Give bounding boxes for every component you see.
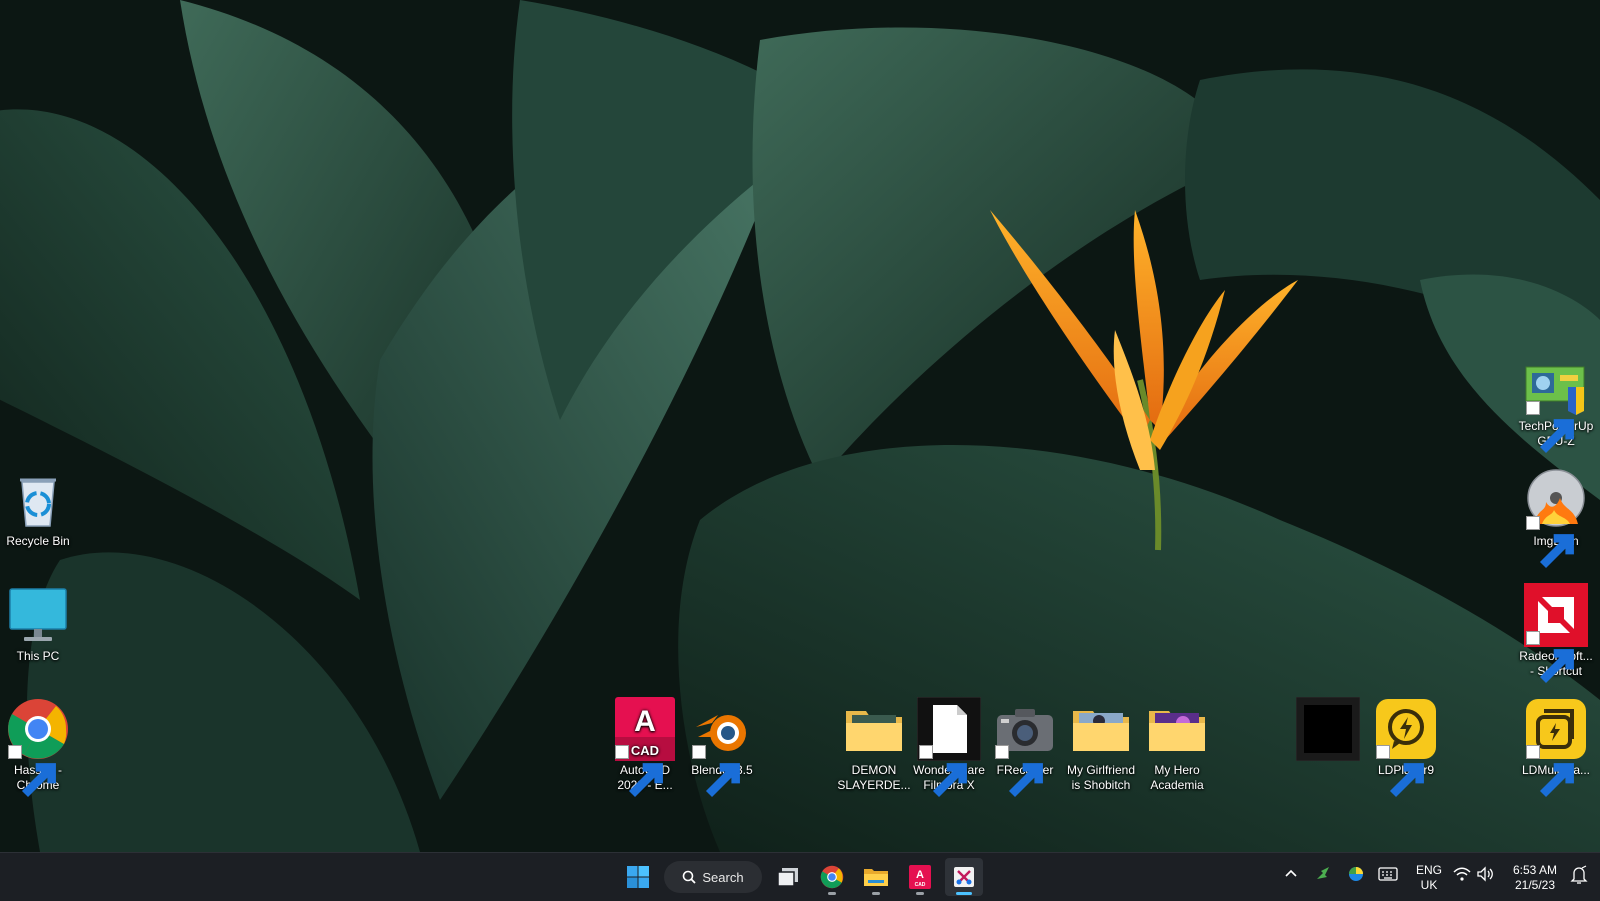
taskbar-clock[interactable]: 6:53 AM 21/5/23: [1503, 863, 1567, 893]
show-hidden-icons-button[interactable]: [1284, 867, 1298, 881]
desktop-icon-unnamed[interactable]: [1290, 697, 1366, 777]
volume-button[interactable]: [1476, 866, 1494, 885]
start-button[interactable]: [619, 858, 657, 896]
chrome-icon: [6, 697, 70, 798]
security-shield-icon: [1349, 867, 1363, 881]
ldmultiplayer-icon: [1524, 697, 1588, 798]
desktop-icon-label: My Hero Academia: [1150, 763, 1204, 792]
desktop-icon-recycle-bin[interactable]: Recycle Bin: [0, 468, 76, 549]
windows-start-icon: [627, 866, 649, 888]
folder-icon: [842, 697, 906, 761]
input-language-indicator[interactable]: ENG UK: [1412, 863, 1446, 893]
file-icon: [917, 697, 981, 798]
shortcut-arrow-icon: [1526, 516, 1574, 569]
shortcut-arrow-icon: [919, 745, 967, 798]
desktop-icon-label: This PC: [16, 649, 60, 663]
desktop-icon-gpu-z[interactable]: TechPowerUp GPU-Z: [1518, 353, 1594, 454]
camera-icon: [993, 697, 1057, 798]
desktop-icon-autocad[interactable]: A CAD AutoCAD 2023 - E...: [607, 697, 683, 798]
task-view-button[interactable]: [769, 858, 807, 896]
desktop-icon-demon-slayer-folder[interactable]: DEMON SLAYERDE...: [836, 697, 912, 793]
gpu-card-icon: [1524, 353, 1588, 454]
folder-icon: [1069, 697, 1133, 761]
notification-bell-icon: [1570, 865, 1588, 884]
network-status-button[interactable]: [1453, 867, 1471, 884]
taskbar-chrome-button[interactable]: [813, 858, 851, 896]
taskbar-file-explorer-button[interactable]: [857, 858, 895, 896]
wifi-icon: [1453, 867, 1471, 881]
svg-text:A: A: [634, 705, 656, 738]
desktop-icon-label: Recycle Bin: [6, 534, 70, 548]
shortcut-arrow-icon: [692, 745, 740, 798]
chevron-up-icon: [1285, 869, 1297, 877]
amd-radeon-icon: [1524, 583, 1588, 684]
blank-icon: [1296, 697, 1360, 761]
ldplayer-icon: [1374, 697, 1438, 798]
desktop-icon-frecorder[interactable]: FRecorder: [987, 697, 1063, 798]
shortcut-arrow-icon: [1376, 745, 1424, 798]
shortcut-arrow-icon: [995, 745, 1043, 798]
svg-text:A: A: [916, 869, 924, 881]
autocad-icon: ACAD: [613, 697, 677, 798]
language-code: ENG: [1415, 863, 1442, 877]
chrome-icon: [820, 865, 844, 889]
speaker-icon: [1477, 866, 1493, 882]
region-code: UK: [1420, 878, 1438, 892]
shortcut-arrow-icon: [1526, 745, 1574, 798]
desktop-icon-blender[interactable]: Blender 3.5: [684, 697, 760, 798]
tray-app-icon-green[interactable]: [1315, 865, 1333, 886]
desktop-icon-imgburn[interactable]: ImgBurn: [1518, 468, 1594, 569]
blender-icon: [690, 697, 754, 798]
folder-icon: [1145, 697, 1209, 761]
shortcut-arrow-icon: [1526, 401, 1574, 454]
taskbar-snipping-tool-button[interactable]: [945, 858, 983, 896]
clock-date: 21/5/23: [1514, 878, 1556, 892]
keyboard-icon: [1378, 867, 1398, 881]
desktop-icon-filmora[interactable]: Wondershare Filmora X: [911, 697, 987, 798]
folder-icon: [864, 869, 888, 886]
tray-app-icon-security[interactable]: [1347, 865, 1365, 886]
desktop-icon-ldmultiplayer[interactable]: LDMultiPla...: [1518, 697, 1594, 798]
desktop-icon-this-pc[interactable]: This PC: [0, 583, 76, 664]
recycle-bin-icon: [6, 468, 70, 532]
search-label: Search: [702, 869, 744, 885]
network-activity-icon: [1317, 867, 1329, 879]
shortcut-arrow-icon: [615, 745, 663, 798]
taskbar-autocad-button[interactable]: A CAD: [901, 858, 939, 896]
desktop-icon-my-girlfriend-folder[interactable]: My Girlfriend is Shobitch: [1063, 697, 1139, 793]
running-indicator: [916, 892, 924, 895]
desktop-icon-radeon-software[interactable]: RadeonSoft... - Shortcut: [1518, 583, 1594, 684]
running-indicator: [828, 892, 836, 895]
desktop-icon-ldplayer9[interactable]: LDPlayer9: [1368, 697, 1444, 798]
shortcut-arrow-icon: [8, 745, 56, 798]
snipping-tool-icon: [954, 867, 974, 887]
desktop-icon-chrome[interactable]: Hassan - Chrome: [0, 697, 76, 798]
search-icon: [683, 870, 697, 884]
running-indicator: [872, 892, 880, 895]
active-indicator: [956, 892, 972, 895]
svg-text:CAD: CAD: [915, 882, 926, 888]
autocad-icon: ACAD: [909, 865, 931, 889]
taskbar-search-button[interactable]: Search: [664, 861, 762, 893]
desktop-icon-my-hero-academia-folder[interactable]: My Hero Academia: [1139, 697, 1215, 793]
touch-keyboard-button[interactable]: [1378, 867, 1398, 884]
monitor-icon: [6, 583, 70, 647]
shortcut-arrow-icon: [1526, 631, 1574, 684]
desktop-icon-label: My Girlfriend is Shobitch: [1066, 763, 1135, 792]
task-view-icon: [777, 868, 798, 887]
burning-disc-icon: [1524, 468, 1588, 569]
clock-time: 6:53 AM: [1512, 863, 1558, 877]
desktop-icon-label: DEMON SLAYERDE...: [837, 763, 911, 792]
taskbar: Search A CAD ENG UK 6:53 AM 21/5/23: [0, 852, 1600, 901]
notifications-button[interactable]: [1570, 865, 1588, 888]
